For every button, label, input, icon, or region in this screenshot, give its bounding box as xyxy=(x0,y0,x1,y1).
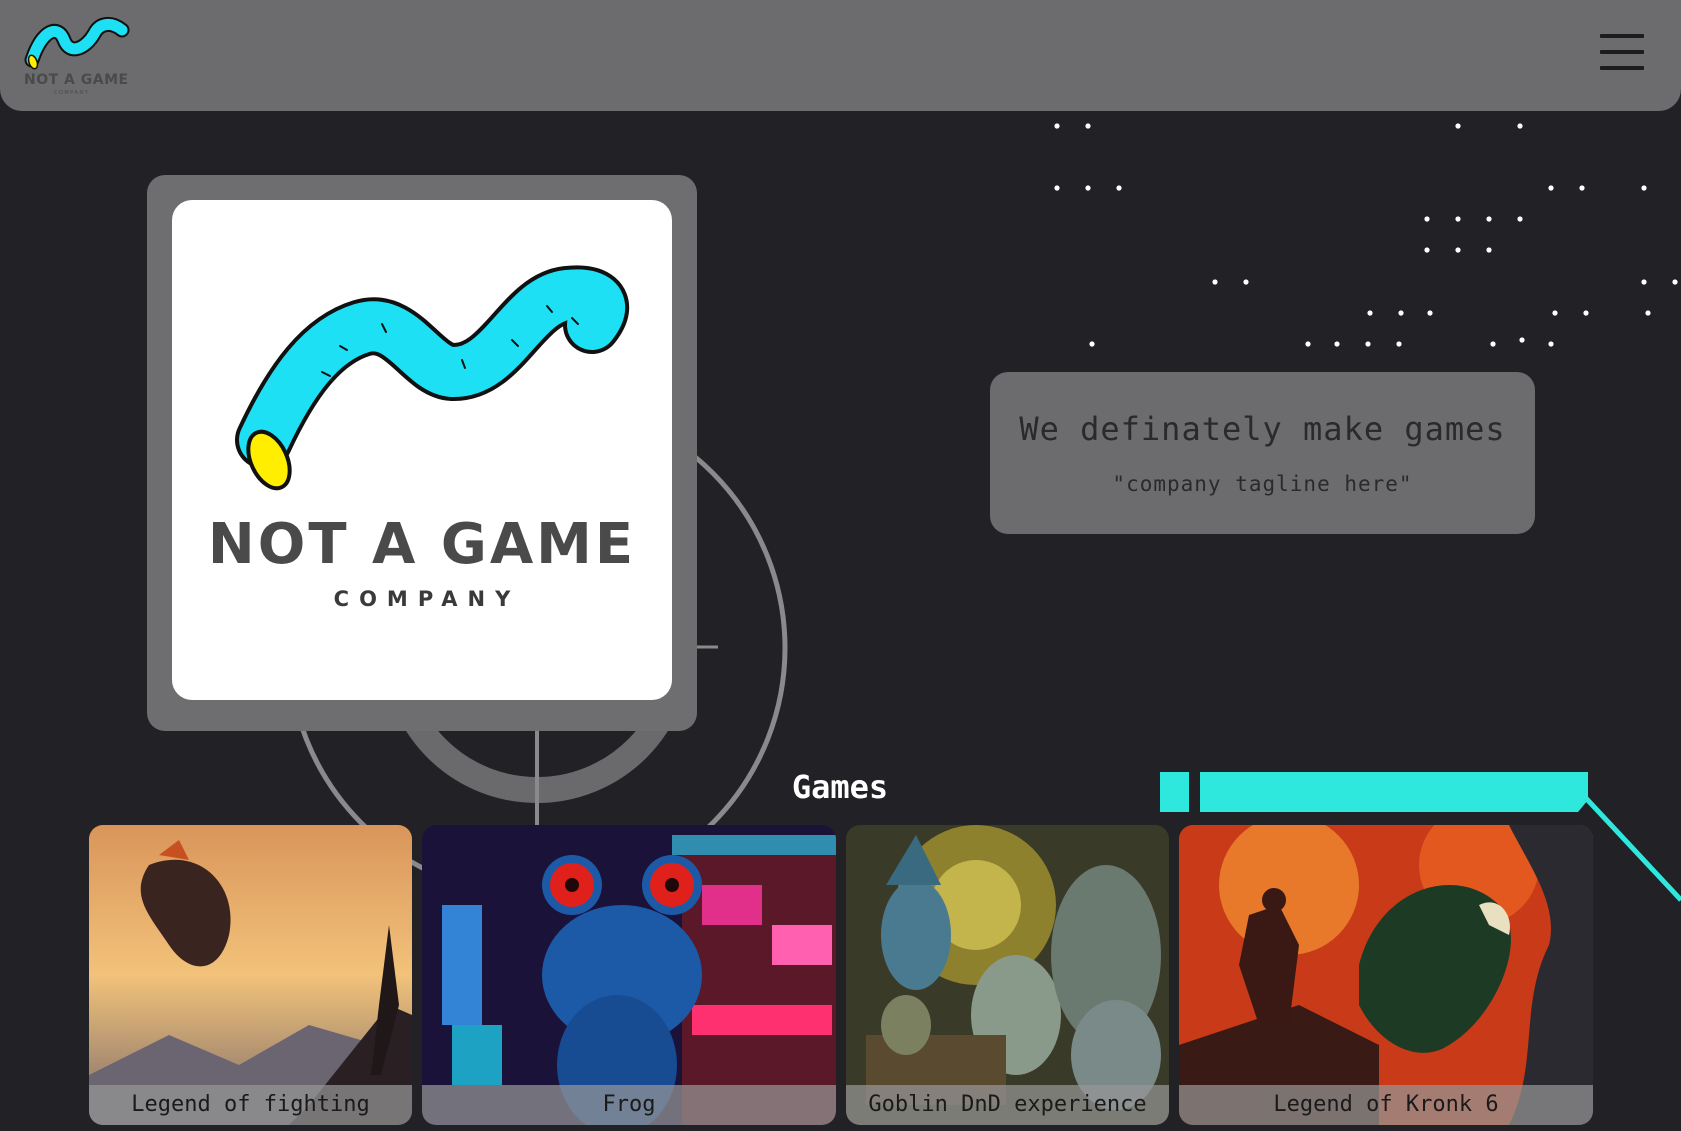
game-card[interactable]: Frog xyxy=(422,825,836,1125)
brand-subtitle: COMPANY xyxy=(333,587,521,611)
decor-dots xyxy=(1054,123,1678,347)
header-logo-text: NOT A GAME xyxy=(24,72,129,88)
game-thumbnail xyxy=(422,825,836,1125)
hamburger-menu-icon[interactable] xyxy=(1598,30,1646,74)
decor-cyan-block xyxy=(1160,772,1189,812)
decor-cyan-bar xyxy=(1200,772,1588,812)
game-card[interactable]: Legend of Kronk 6 xyxy=(1179,825,1593,1125)
game-title: Goblin DnD experience xyxy=(846,1085,1169,1125)
worm-logo-icon xyxy=(24,17,130,70)
game-title: Legend of fighting xyxy=(89,1085,412,1125)
header-logo[interactable]: NOT A GAME COMPANY xyxy=(20,10,130,96)
games-heading: Games xyxy=(791,768,889,806)
decor-cyan-diagonal xyxy=(1581,793,1681,902)
brand-name: NOT A GAME xyxy=(207,512,637,577)
game-card[interactable]: Legend of fighting xyxy=(89,825,412,1125)
site-header: NOT A GAME COMPANY xyxy=(0,0,1681,111)
game-thumbnail xyxy=(1179,825,1593,1125)
tagline-card: We definately make games "company taglin… xyxy=(990,372,1535,534)
game-card[interactable]: Goblin DnD experience xyxy=(846,825,1169,1125)
game-title: Legend of Kronk 6 xyxy=(1179,1085,1593,1125)
tagline-subtitle: "company tagline here" xyxy=(1112,472,1413,496)
page: NOT A GAME COMPANY NOT A GAME COMPANY We… xyxy=(0,0,1681,1131)
worm-logo-icon xyxy=(235,265,629,491)
game-title: Frog xyxy=(422,1085,836,1125)
game-thumbnail xyxy=(89,825,412,1125)
header-logo-subtext: COMPANY xyxy=(54,90,90,96)
hero-logo-card: NOT A GAME COMPANY xyxy=(172,200,672,700)
tagline-title: We definately make games xyxy=(1019,410,1506,448)
game-thumbnail xyxy=(846,825,1169,1125)
